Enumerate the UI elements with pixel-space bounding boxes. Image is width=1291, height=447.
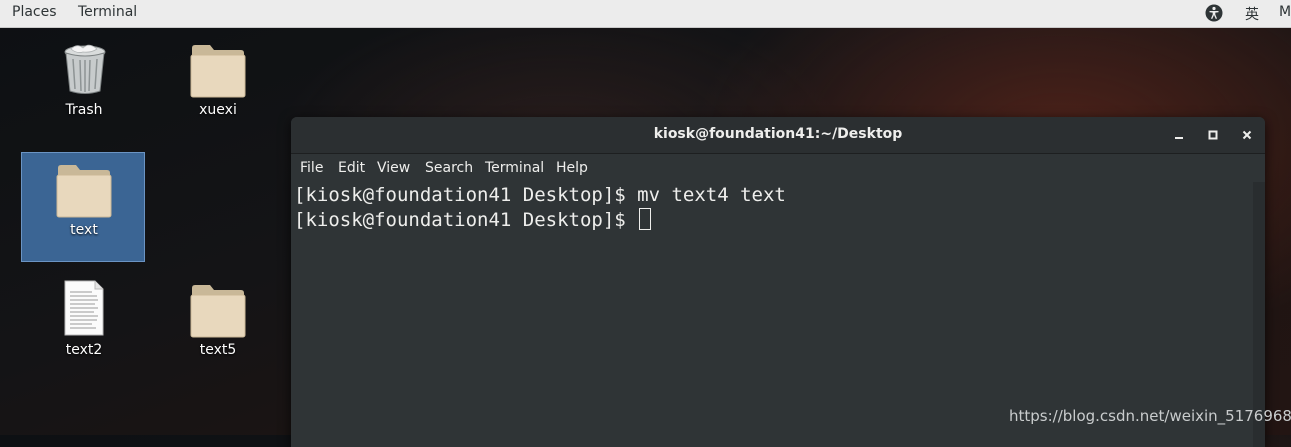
menu-view[interactable]: View	[377, 160, 410, 176]
window-title: kiosk@foundation41:~/Desktop	[653, 126, 903, 142]
maximize-icon[interactable]	[1205, 127, 1221, 143]
accessibility-icon[interactable]	[1205, 4, 1223, 22]
input-method-indicator[interactable]: 英	[1245, 4, 1259, 24]
desktop-icon-label: text	[70, 222, 98, 238]
desktop-icon-label: Trash	[65, 102, 103, 118]
top-bar: Places Terminal 英 M	[0, 0, 1291, 28]
folder-icon	[56, 165, 112, 218]
terminal-line: [kiosk@foundation41 Desktop]$ mv text4 t…	[294, 184, 786, 206]
folder-icon	[190, 45, 246, 98]
terminal-window[interactable]: kiosk@foundation41:~/Desktop File Edit V…	[291, 117, 1265, 447]
trash-icon	[64, 44, 106, 94]
desktop-icon-text[interactable]: text	[21, 160, 147, 250]
text-cursor	[639, 208, 652, 230]
desktop-icon-xuexi[interactable]: xuexi	[155, 40, 281, 130]
menu-terminal[interactable]: Terminal	[485, 160, 544, 176]
close-icon[interactable]	[1239, 127, 1255, 143]
places-menu[interactable]: Places	[12, 4, 57, 20]
terminal-titlebar[interactable]: kiosk@foundation41:~/Desktop	[291, 117, 1265, 154]
app-menu-terminal[interactable]: Terminal	[78, 4, 137, 20]
desktop-icon-label: xuexi	[199, 102, 237, 118]
prompt-text: [kiosk@foundation41 Desktop]$	[294, 209, 638, 231]
menu-search[interactable]: Search	[425, 160, 473, 176]
menu-help[interactable]: Help	[556, 160, 588, 176]
desktop-icon-text5[interactable]: text5	[155, 280, 281, 370]
desktop-icon-trash[interactable]: Trash	[21, 40, 147, 130]
desktop-icon-label: text5	[199, 342, 237, 358]
menu-file[interactable]: File	[300, 160, 323, 176]
desktop-icon-text2[interactable]: text2	[21, 280, 147, 370]
text-file-icon	[64, 280, 104, 336]
minimize-icon[interactable]	[1171, 127, 1187, 143]
terminal-menubar: File Edit View Search Terminal Help	[291, 154, 1265, 182]
terminal-prompt-line: [kiosk@foundation41 Desktop]$	[294, 208, 652, 231]
menu-edit[interactable]: Edit	[338, 160, 365, 176]
watermark-url: https://blog.csdn.net/weixin_51769683	[1009, 407, 1291, 425]
folder-icon	[190, 285, 246, 338]
desktop-icon-label: text2	[65, 342, 103, 358]
topbar-truncated-item[interactable]: M	[1279, 4, 1291, 20]
